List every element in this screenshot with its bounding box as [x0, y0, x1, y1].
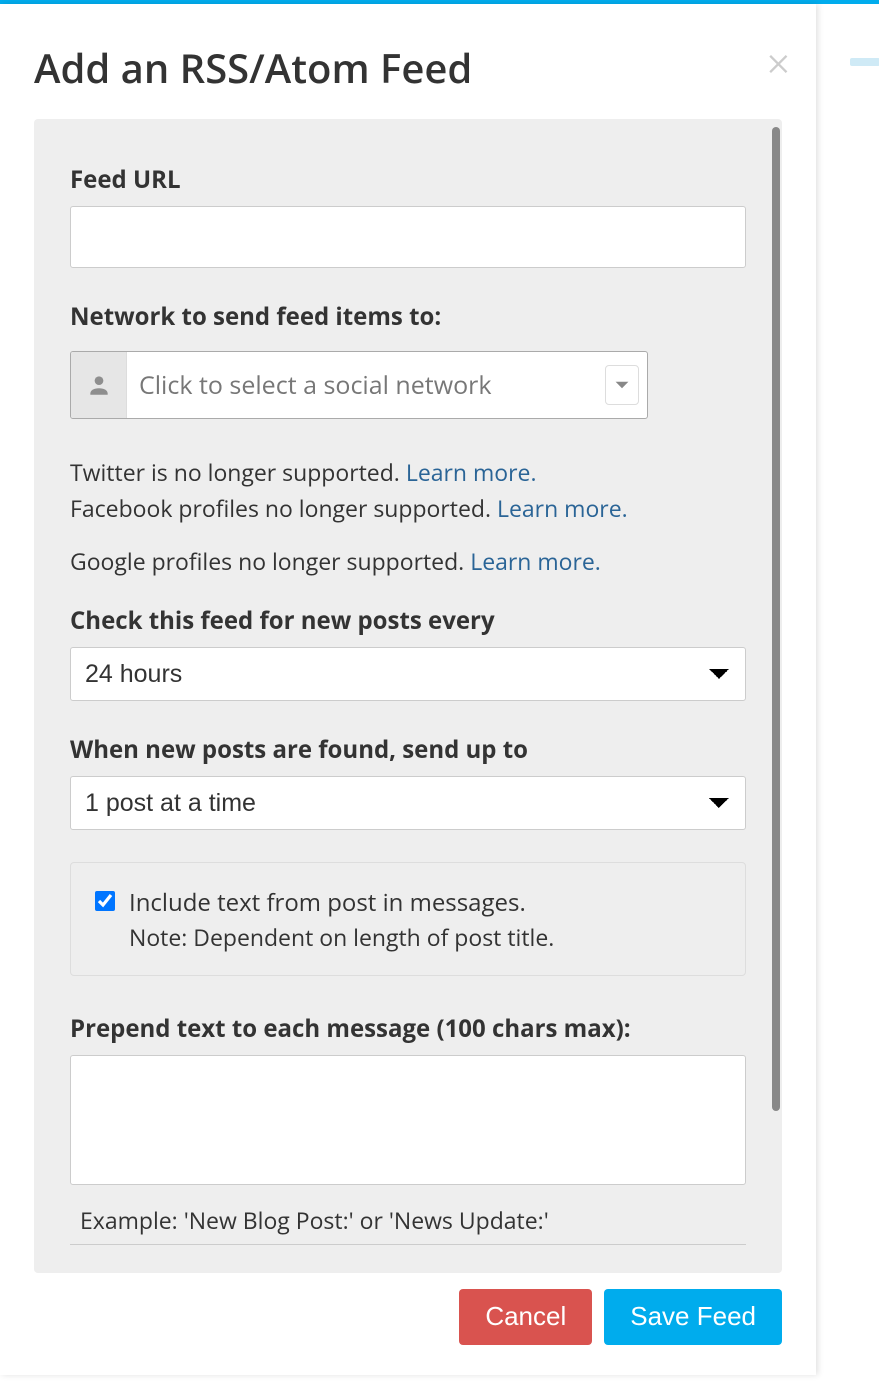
prepend-group: Prepend text to each message (100 chars … [70, 1012, 746, 1245]
network-group: Network to send feed items to: Click to … [70, 300, 746, 419]
trash-icon [838, 440, 872, 474]
feed-url-group: Feed URL [70, 163, 746, 268]
deprecation-notices: Twitter is no longer supported. Learn mo… [70, 455, 746, 580]
send-count-select[interactable]: 1 post at a time [70, 776, 746, 830]
include-text-main: Include text from post in messages. [129, 885, 721, 921]
feed-url-input[interactable] [70, 206, 746, 268]
twitter-notice-text: Twitter is no longer supported. [70, 456, 406, 488]
background-accent [850, 58, 879, 66]
add-feed-modal: Add an RSS/Atom Feed Feed URL Network to… [0, 4, 816, 1375]
network-chevron-wrap [597, 352, 647, 418]
feed-url-label: Feed URL [70, 163, 746, 196]
twitter-notice: Twitter is no longer supported. Learn mo… [70, 455, 746, 491]
network-placeholder: Click to select a social network [127, 352, 597, 418]
cancel-button[interactable]: Cancel [459, 1289, 592, 1345]
scrollbar[interactable] [772, 127, 780, 1111]
include-text-checkbox[interactable] [95, 891, 115, 911]
include-text-note: Note: Dependent on length of post title. [129, 921, 721, 953]
network-label: Network to send feed items to: [70, 300, 746, 333]
trash-icon [838, 534, 872, 568]
send-count-label: When new posts are found, send up to [70, 733, 746, 766]
include-text-card: Include text from post in messages. Note… [70, 862, 746, 976]
prepend-textarea[interactable] [70, 1055, 746, 1185]
close-button[interactable] [766, 50, 796, 80]
prepend-label: Prepend text to each message (100 chars … [70, 1012, 746, 1045]
google-notice: Google profiles no longer supported. Lea… [70, 544, 746, 580]
check-frequency-label: Check this feed for new posts every [70, 604, 746, 637]
include-text-body: Include text from post in messages. Note… [129, 885, 721, 953]
facebook-learn-more-link[interactable]: Learn more. [497, 492, 628, 524]
form-panel: Feed URL Network to send feed items to: … [34, 119, 782, 1273]
modal-title: Add an RSS/Atom Feed [34, 40, 782, 95]
google-learn-more-link[interactable]: Learn more. [470, 545, 601, 577]
facebook-notice: Facebook profiles no longer supported. L… [70, 491, 746, 527]
google-notice-text: Google profiles no longer supported. [70, 545, 470, 577]
background-icons [838, 440, 878, 568]
save-feed-button[interactable]: Save Feed [604, 1289, 782, 1345]
close-icon [766, 50, 794, 78]
check-frequency-group: Check this feed for new posts every 24 h… [70, 604, 746, 701]
footer-buttons: Cancel Save Feed [34, 1289, 782, 1345]
twitter-learn-more-link[interactable]: Learn more. [406, 456, 537, 488]
chevron-down-icon [614, 380, 630, 390]
check-frequency-select[interactable]: 24 hours [70, 647, 746, 701]
network-select[interactable]: Click to select a social network [70, 351, 648, 419]
network-avatar-icon-wrap [71, 352, 127, 418]
facebook-notice-text: Facebook profiles no longer supported. [70, 492, 497, 524]
chevron-button[interactable] [605, 365, 639, 405]
user-icon [86, 372, 112, 398]
prepend-example: Example: 'New Blog Post:' or 'News Updat… [70, 1190, 746, 1245]
send-count-group: When new posts are found, send up to 1 p… [70, 733, 746, 830]
